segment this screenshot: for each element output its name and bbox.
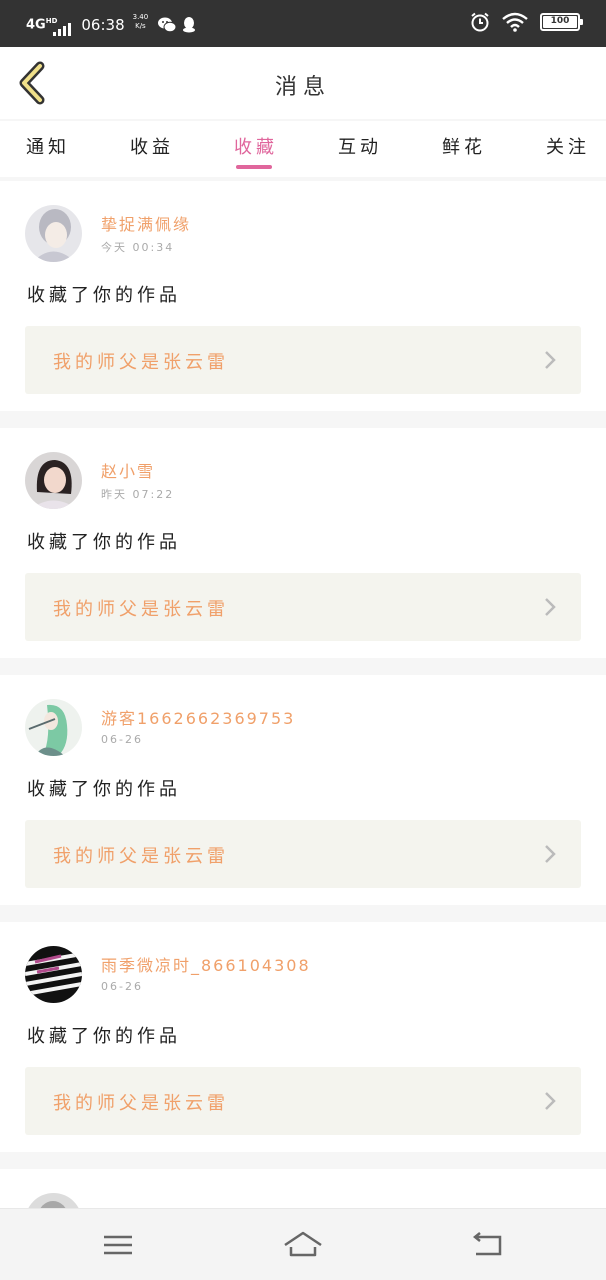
tab-follows[interactable]: 关注	[546, 121, 590, 177]
timestamp: 06-26	[101, 733, 143, 746]
username-link[interactable]: 赵小雪	[101, 458, 155, 482]
tab-earnings[interactable]: 收益	[130, 121, 174, 177]
home-icon	[284, 1231, 322, 1257]
work-title: 我的师父是张云雷	[53, 1093, 229, 1114]
list-item: 雨季微凉时_866104308 06-26 收藏了你的作品 我的师父是张云雷	[0, 922, 606, 1152]
notification-message: 收藏了你的作品	[27, 285, 181, 306]
alarm-icon	[471, 12, 489, 32]
chevron-right-icon	[545, 1092, 556, 1110]
chevron-right-icon	[545, 598, 556, 616]
battery-icon: 100	[540, 13, 583, 31]
tab-favorites[interactable]: 收藏	[234, 121, 278, 177]
tab-flowers[interactable]: 鲜花	[442, 121, 486, 177]
notification-message: 收藏了你的作品	[27, 1026, 181, 1047]
menu-icon	[104, 1235, 132, 1255]
timestamp: 今天 00:34	[101, 241, 175, 254]
clock: 06:38	[81, 16, 125, 34]
tab-bar: 通知 收益 收藏 互动 鲜花 关注	[0, 121, 606, 177]
status-bar: 4GHD 06:38 3.40 K/s 100	[0, 0, 606, 47]
work-link-button[interactable]: 我的师父是张云雷	[25, 820, 581, 888]
wechat-icon	[158, 17, 177, 33]
header: 消息	[0, 47, 606, 119]
work-link-button[interactable]: 我的师父是张云雷	[25, 1067, 581, 1135]
work-link-button[interactable]: 我的师父是张云雷	[25, 326, 581, 394]
active-tab-indicator	[236, 165, 272, 169]
username-link[interactable]: 雨季微凉时_866104308	[101, 952, 311, 976]
notification-message: 收藏了你的作品	[27, 532, 181, 553]
back-nav-button[interactable]	[468, 1227, 508, 1263]
avatar[interactable]	[25, 946, 82, 1003]
page-title: 消息	[274, 75, 331, 100]
menu-button[interactable]	[98, 1227, 138, 1263]
list-item: 赵小雪 昨天 07:22 收藏了你的作品 我的师父是张云雷	[0, 428, 606, 658]
tab-notifications[interactable]: 通知	[26, 121, 70, 177]
list-item: 挚捉满佩缘 今天 00:34 收藏了你的作品 我的师父是张云雷	[0, 181, 606, 411]
list-item: 游客1662662369753 06-26 收藏了你的作品 我的师父是张云雷	[0, 675, 606, 905]
username-link[interactable]: 游客1662662369753	[101, 705, 295, 729]
home-button[interactable]	[283, 1227, 323, 1263]
signal-icon	[53, 22, 72, 36]
notification-message: 收藏了你的作品	[27, 779, 181, 800]
avatar[interactable]	[25, 452, 82, 509]
chevron-right-icon	[545, 845, 556, 863]
avatar[interactable]	[25, 699, 82, 756]
qq-icon	[183, 17, 196, 33]
work-title: 我的师父是张云雷	[53, 352, 229, 373]
work-title: 我的师父是张云雷	[53, 846, 229, 867]
back-icon	[472, 1232, 502, 1256]
work-title: 我的师父是张云雷	[53, 599, 229, 620]
wifi-icon	[502, 12, 528, 32]
username-link[interactable]: 挚捉满佩缘	[101, 211, 191, 235]
work-link-button[interactable]: 我的师父是张云雷	[25, 573, 581, 641]
notification-list: 挚捉满佩缘 今天 00:34 收藏了你的作品 我的师父是张云雷 赵小雪 昨天 0…	[0, 181, 606, 1250]
tab-interactions[interactable]: 互动	[338, 121, 382, 177]
avatar[interactable]	[25, 205, 82, 262]
network-speed: 3.40 K/s	[132, 13, 149, 30]
timestamp: 昨天 07:22	[101, 488, 175, 501]
timestamp: 06-26	[101, 980, 143, 993]
chevron-right-icon	[545, 351, 556, 369]
system-nav-bar	[0, 1208, 606, 1280]
